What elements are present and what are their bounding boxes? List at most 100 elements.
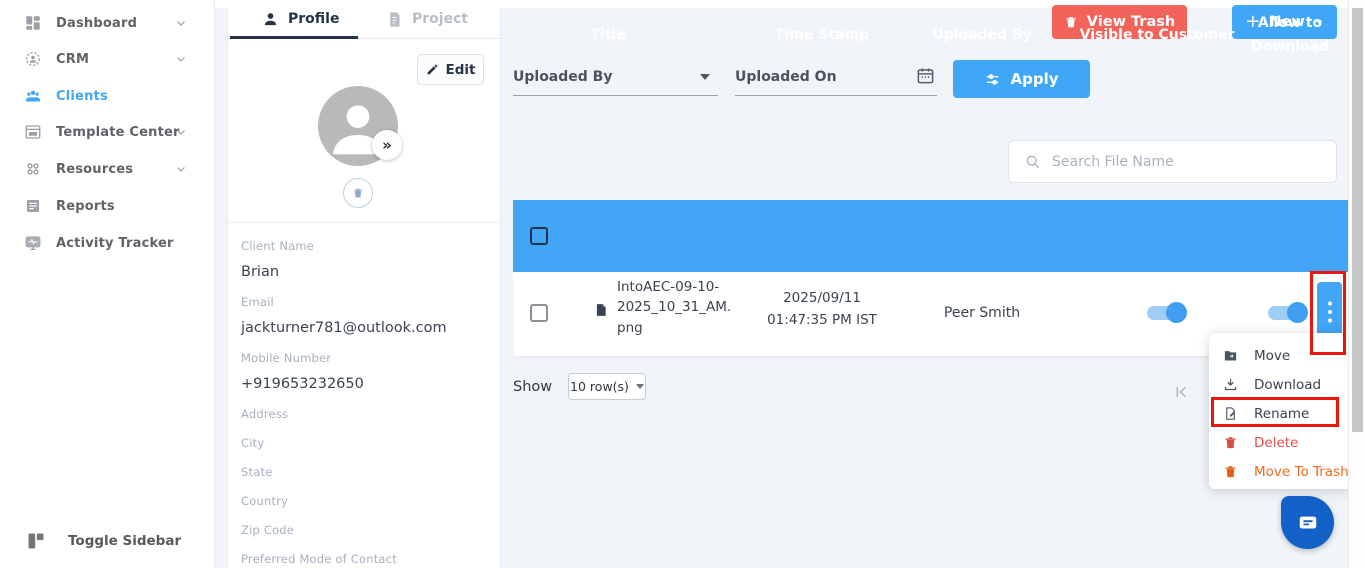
menu-item-label: Download [1254, 376, 1322, 393]
trash-icon [1225, 437, 1236, 449]
sidebar-item-label: Dashboard [56, 15, 138, 31]
row-title-line: png [617, 319, 643, 336]
select-all-checkbox[interactable] [530, 227, 548, 245]
show-label: Show [513, 379, 553, 395]
toggle-sidebar-button[interactable]: Toggle Sidebar [0, 525, 215, 557]
chevron-down-icon [635, 384, 644, 389]
row-timestamp: 2025/09/11 01:47:35 PM IST [742, 287, 902, 332]
edit-button[interactable]: Edit [417, 54, 484, 85]
column-header-title: Title [590, 27, 626, 44]
toggle-knob [1287, 302, 1308, 323]
menu-item-download[interactable]: Download [1209, 370, 1352, 399]
field-label: City [241, 436, 265, 450]
crm-icon [24, 50, 42, 68]
sidebar: Dashboard CRM Clients Template Center Re… [0, 0, 215, 568]
sidebar-item-crm[interactable]: CRM [0, 44, 215, 74]
field-mobile-number: Mobile Number +919653232650 [241, 351, 487, 392]
sidebar-item-label: Template Center [56, 124, 180, 140]
menu-item-label: Move [1254, 347, 1291, 364]
chevron-down-icon [175, 163, 187, 175]
sidebar-item-label: Reports [56, 198, 115, 214]
sidebar-item-activity-tracker[interactable]: Activity Tracker [0, 228, 215, 258]
pencil-icon [426, 63, 439, 76]
sidebar-item-reports[interactable]: Reports [0, 191, 215, 221]
sidebar-item-label: Resources [56, 161, 134, 177]
profile-panel: Profile Project Edit » Client Name Brian [228, 0, 500, 568]
chevron-down-icon [175, 17, 187, 29]
active-tab-underline [230, 36, 358, 39]
column-header-allow-to-download: Allow to Download [1250, 15, 1330, 55]
field-label: Client Name [241, 239, 315, 253]
divider [228, 222, 500, 223]
table-header [513, 200, 1348, 272]
sidebar-item-template-center[interactable]: Template Center [0, 117, 215, 147]
row-checkbox[interactable] [530, 304, 548, 322]
trash-icon [354, 188, 362, 198]
sidebar-item-dashboard[interactable]: Dashboard [0, 8, 215, 38]
person-icon [262, 11, 279, 28]
sidebar-item-label: CRM [56, 51, 90, 67]
menu-item-move-to-trash[interactable]: Move To Trash [1209, 457, 1352, 486]
column-header-uploaded-by: Uploaded By [932, 27, 1032, 44]
move-folder-icon [1224, 351, 1237, 361]
chat-widget-button[interactable] [1281, 496, 1334, 549]
column-header-time-stamp: Time Stamp [774, 27, 870, 44]
field-label: Mobile Number [241, 351, 332, 365]
field-state: State [241, 465, 487, 479]
apply-button-label: Apply [1010, 70, 1059, 88]
field-label: Preferred Mode of Contact [241, 552, 397, 566]
rename-icon [1226, 407, 1235, 420]
sidebar-item-resources[interactable]: Resources [0, 154, 215, 184]
avatar-expand-button[interactable]: » [372, 130, 402, 160]
first-page-icon[interactable] [1172, 383, 1190, 401]
kebab-dots-icon [1327, 301, 1332, 323]
search-box [1008, 140, 1337, 183]
menu-item-move[interactable]: Move [1209, 341, 1352, 370]
toggle-sidebar-label: Toggle Sidebar [68, 533, 182, 549]
reports-icon [24, 197, 42, 215]
field-email: Email jackturner781@outlook.com [241, 295, 487, 336]
dashboard-icon [24, 14, 42, 32]
field-value: +919653232650 [241, 376, 364, 392]
activity-tracker-icon [24, 234, 42, 252]
menu-item-label: Delete [1254, 434, 1299, 451]
client-detail-fields: Client Name Brian Email jackturner781@ou… [241, 239, 487, 568]
rows-per-page-select[interactable]: 10 row(s) [568, 373, 646, 400]
field-client-name: Client Name Brian [241, 239, 487, 280]
field-preferred-mode-of-contact: Preferred Mode of Contact [241, 552, 487, 566]
menu-item-rename[interactable]: Rename [1209, 399, 1352, 428]
row-title[interactable]: IntoAEC-09-10- 2025_10_31_AM. png [617, 277, 737, 338]
filter-sliders-icon [987, 73, 999, 85]
double-chevron-right-icon: » [382, 136, 392, 154]
avatar-delete-button[interactable] [343, 178, 373, 208]
field-zip-code: Zip Code [241, 523, 487, 537]
allow-to-download-toggle[interactable] [1268, 302, 1308, 323]
menu-item-delete[interactable]: Delete [1209, 428, 1352, 457]
sidebar-item-clients[interactable]: Clients [0, 81, 215, 111]
field-label: State [241, 465, 273, 479]
tab-profile-label: Profile [288, 11, 340, 27]
project-document-icon [386, 11, 403, 28]
field-label: Zip Code [241, 523, 295, 537]
field-label: Email [241, 295, 274, 309]
row-timestamp-time: 01:47:35 PM IST [767, 312, 877, 329]
row-actions-context-menu: Move Download Rename Delete Move To Tras… [1209, 333, 1352, 489]
row-uploaded-by: Peer Smith [943, 305, 1021, 321]
field-value: jackturner781@outlook.com [241, 320, 447, 336]
toggle-sidebar-icon [26, 531, 46, 551]
scrollbar-thumb[interactable] [1352, 8, 1363, 432]
resources-icon [24, 160, 42, 178]
clients-icon [24, 87, 42, 105]
field-city: City [241, 436, 487, 450]
chat-icon [1299, 516, 1316, 528]
search-input[interactable] [1052, 153, 1312, 170]
vertical-scrollbar[interactable] [1348, 0, 1365, 568]
row-title-line: IntoAEC-09-10- [617, 279, 720, 295]
visible-to-customer-toggle[interactable] [1147, 302, 1187, 323]
chevron-down-icon [700, 74, 710, 80]
field-label: Address [241, 407, 289, 421]
menu-item-label: Move To Trash [1254, 463, 1349, 480]
row-timestamp-date: 2025/09/11 [783, 290, 861, 306]
search-icon [1026, 155, 1040, 168]
chevron-down-icon [175, 126, 187, 138]
